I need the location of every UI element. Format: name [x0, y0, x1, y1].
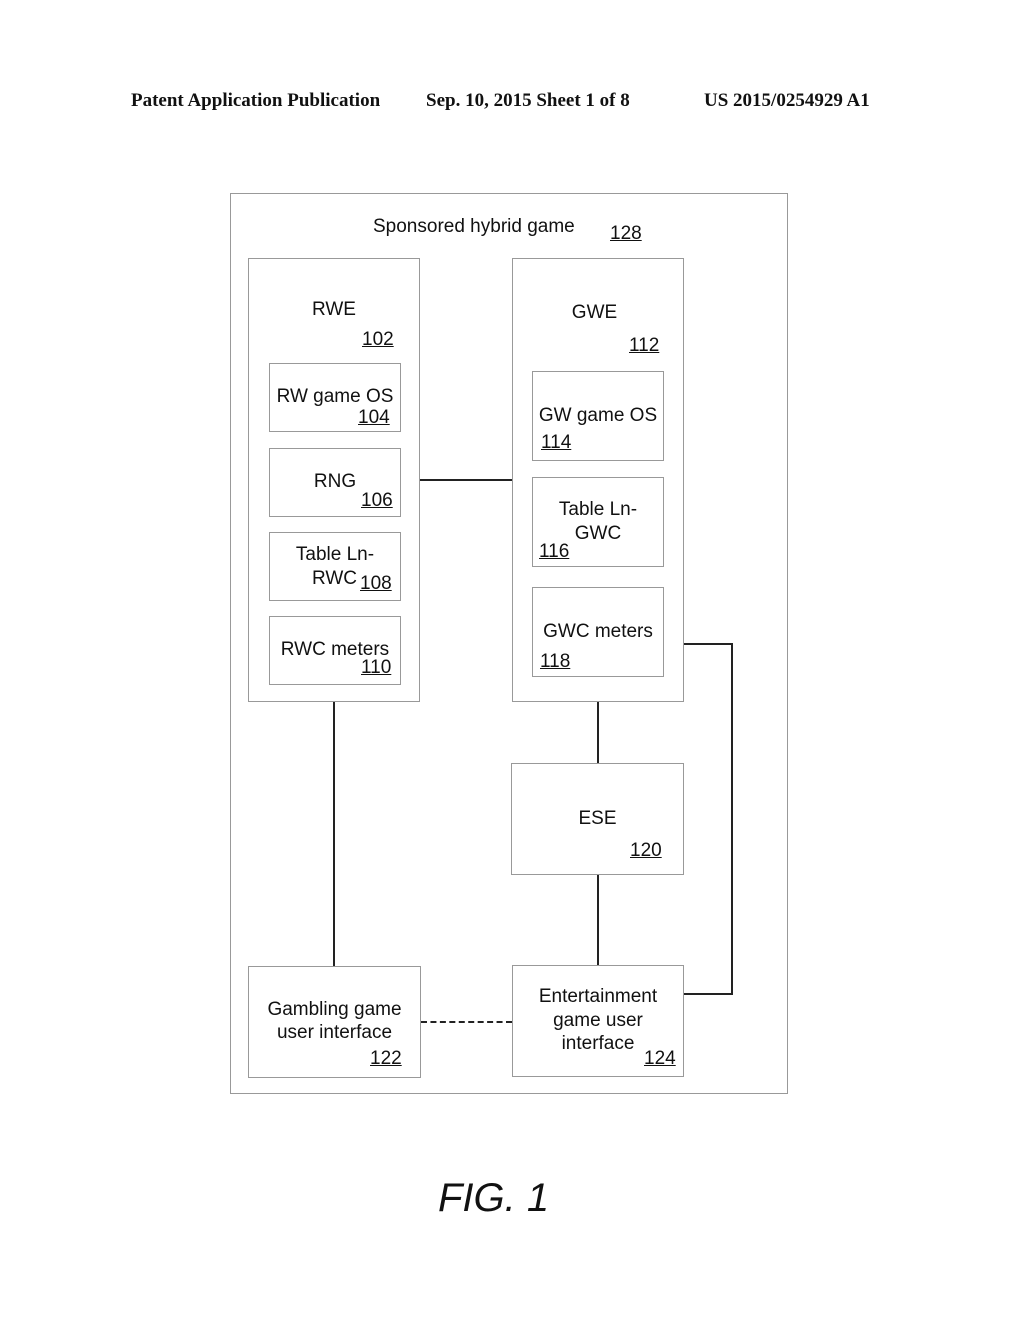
gwe-ref: 112 [629, 335, 660, 356]
publication-date-sheet: Sep. 10, 2015 Sheet 1 of 8 [426, 90, 630, 111]
entertainment-game-ui-label-line2: game user [553, 1010, 643, 1031]
gwe-label: GWE [571, 302, 618, 323]
connector-gambling-entertainment-dashed [421, 1021, 512, 1023]
rw-game-os-ref: 104 [358, 407, 390, 428]
rwe-ref: 102 [362, 329, 394, 350]
connector-gwc-meters-vertical [731, 643, 733, 995]
rw-game-os-label: RW game OS [276, 386, 394, 407]
rwe-label: RWE [312, 299, 356, 320]
gw-game-os-label: GW game OS [538, 405, 658, 426]
connector-gwc-meters-in [684, 993, 733, 995]
connector-gwe-ese [597, 702, 599, 763]
entertainment-game-ui-label-line1: Entertainment [538, 986, 658, 1007]
connector-gwc-meters-out [684, 643, 733, 645]
gambling-game-ui-ref: 122 [370, 1048, 402, 1069]
table-ln-rwc-label-line1: Table Ln- [295, 544, 375, 565]
ese-ref: 120 [630, 840, 662, 861]
gw-game-os-ref: 114 [541, 432, 572, 453]
sponsored-hybrid-game-ref: 128 [610, 223, 642, 244]
gambling-game-ui-label-line2: user interface [276, 1022, 393, 1043]
entertainment-game-ui-ref: 124 [644, 1048, 676, 1069]
figure-label: FIG. 1 [438, 1176, 550, 1220]
ese-label: ESE [578, 808, 617, 829]
connector-rwe-gwe [420, 479, 512, 481]
table-ln-rwc-ref: 108 [360, 573, 392, 594]
rng-ref: 106 [361, 490, 393, 511]
gwc-meters-label: GWC meters [543, 621, 653, 642]
sponsored-hybrid-game-label: Sponsored hybrid game [373, 216, 575, 237]
connector-rwe-gambling-ui [333, 702, 335, 966]
table-ln-gwc-label-line1: Table Ln- [558, 499, 638, 520]
table-ln-gwc-ref: 116 [539, 541, 570, 562]
publication-label: Patent Application Publication [131, 90, 381, 111]
connector-ese-entertainment-ui [597, 875, 599, 965]
gambling-game-ui-label-line1: Gambling game [267, 999, 402, 1020]
gwc-meters-ref: 118 [540, 651, 571, 672]
publication-number: US 2015/0254929 A1 [704, 90, 870, 111]
table-ln-rwc-label-line2: RWC [312, 568, 358, 589]
rwc-meters-ref: 110 [361, 657, 392, 678]
